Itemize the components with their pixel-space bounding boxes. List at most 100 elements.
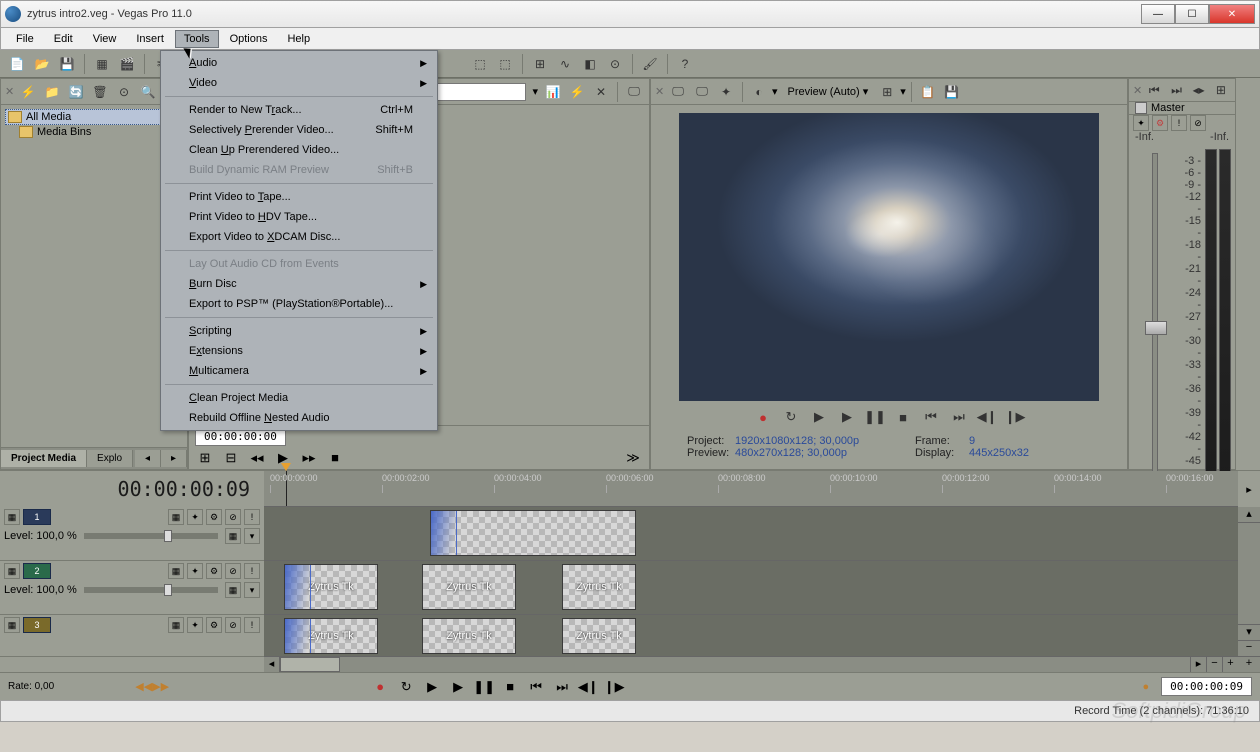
track-automation-icon[interactable]: ⚙ bbox=[206, 617, 222, 633]
menu-insert[interactable]: Insert bbox=[127, 30, 173, 48]
pv-save-icon[interactable]: 💾 bbox=[941, 81, 963, 103]
tl-timecode[interactable]: 00:00:00:09 bbox=[1161, 677, 1252, 696]
master-gear-icon[interactable]: ⚙ bbox=[1152, 115, 1168, 131]
menu-item[interactable]: Print Video to HDV Tape... bbox=[163, 207, 435, 227]
track-header[interactable]: ▦3▦✦⚙⊘! bbox=[0, 615, 264, 657]
properties-icon[interactable]: 🎬 bbox=[116, 53, 138, 75]
menu-item[interactable]: Print Video to Tape... bbox=[163, 187, 435, 207]
tl-play-button[interactable]: ▶ bbox=[448, 677, 468, 697]
trimmer-bolt-icon[interactable]: ⚡ bbox=[566, 81, 588, 103]
menu-item[interactable]: Export Video to XDCAM Disc... bbox=[163, 227, 435, 247]
menu-help[interactable]: Help bbox=[278, 30, 319, 48]
video-clip[interactable] bbox=[430, 510, 636, 556]
trimmer-tool1-icon[interactable]: 📊 bbox=[542, 81, 564, 103]
pv-fx-icon[interactable]: ✦ bbox=[715, 81, 737, 103]
track-mute-icon[interactable]: ⊘ bbox=[225, 563, 241, 579]
hscroll-right[interactable]: ▸ bbox=[1190, 657, 1206, 672]
master-fx-icon[interactable]: ✦ bbox=[1133, 115, 1149, 131]
track-fx-icon[interactable]: ✦ bbox=[187, 563, 203, 579]
track-bypass-icon[interactable]: ▦ bbox=[168, 509, 184, 525]
track-automation-icon[interactable]: ⚙ bbox=[206, 563, 222, 579]
open-icon[interactable]: 📂 bbox=[31, 53, 53, 75]
tl-go-start-button[interactable]: ⏮ bbox=[526, 677, 546, 697]
tl-prev-frame-button[interactable]: ◀❙ bbox=[578, 677, 598, 697]
zoom-in-icon[interactable]: + bbox=[1222, 657, 1238, 672]
video-clip[interactable]: Zytrus Tk bbox=[422, 618, 516, 654]
trimmer-tool-b[interactable]: ⊟ bbox=[221, 448, 241, 468]
trimmer-monitor-icon[interactable]: 🖵 bbox=[623, 81, 645, 103]
menu-item[interactable]: Rebuild Offline Nested Audio bbox=[163, 408, 435, 428]
menu-item[interactable]: Audio▶ bbox=[163, 53, 435, 73]
track-more-icon[interactable]: ▾ bbox=[244, 528, 260, 544]
go-end-button[interactable]: ⏭ bbox=[949, 407, 969, 427]
tool2-icon[interactable]: ⬚ bbox=[494, 53, 516, 75]
track-mute-icon[interactable]: ⊘ bbox=[225, 509, 241, 525]
track-minimize-icon[interactable]: ▦ bbox=[4, 509, 20, 525]
mixer-tool1-icon[interactable]: ⏮ bbox=[1144, 79, 1164, 101]
video-clip[interactable]: Zytrus Tk bbox=[422, 564, 516, 610]
track-solo-icon[interactable]: ! bbox=[244, 617, 260, 633]
pause-button[interactable]: ❚❚ bbox=[865, 407, 885, 427]
tab-explorer[interactable]: Explo bbox=[87, 450, 133, 467]
track-comp-icon[interactable]: ▦ bbox=[225, 528, 241, 544]
track-solo-icon[interactable]: ! bbox=[244, 509, 260, 525]
pm-tool1-icon[interactable]: ⚡ bbox=[17, 81, 39, 103]
trimmer-prev-icon[interactable]: ◂◂ bbox=[247, 448, 267, 468]
menu-item[interactable]: Scripting▶ bbox=[163, 321, 435, 341]
mixer-tool2-icon[interactable]: ⏭ bbox=[1166, 79, 1186, 101]
trimmer-close-icon[interactable]: ✕ bbox=[590, 81, 612, 103]
track-level-slider[interactable] bbox=[84, 533, 218, 539]
menu-item[interactable]: Multicamera▶ bbox=[163, 361, 435, 381]
minimize-button[interactable]: — bbox=[1141, 4, 1175, 24]
track-level-slider[interactable] bbox=[84, 587, 218, 593]
record-button[interactable]: ● bbox=[753, 407, 773, 427]
vscroll-up[interactable]: ▴ bbox=[1238, 507, 1260, 523]
tl-play-start-button[interactable]: ▶ bbox=[422, 677, 442, 697]
master-solo-icon[interactable]: ⊘ bbox=[1190, 115, 1206, 131]
tl-loop-button[interactable]: ↻ bbox=[396, 677, 416, 697]
menu-item[interactable]: Extensions▶ bbox=[163, 341, 435, 361]
mixer-dim-icon[interactable]: ◂▸ bbox=[1189, 79, 1209, 101]
brush-icon[interactable]: 🖌 bbox=[639, 53, 661, 75]
hscroll-left[interactable]: ◂ bbox=[264, 657, 280, 672]
tl-record-button[interactable]: ● bbox=[370, 677, 390, 697]
menu-view[interactable]: View bbox=[84, 30, 126, 48]
pv-ext-monitor-icon[interactable]: 🖵 bbox=[667, 81, 689, 103]
pm-tool4-icon[interactable]: 🗑 bbox=[89, 81, 111, 103]
track-solo-icon[interactable]: ! bbox=[244, 563, 260, 579]
track-header[interactable]: ▦1▦✦⚙⊘!Level: 100,0 %▦▾ bbox=[0, 507, 264, 561]
tab-project-media[interactable]: Project Media bbox=[1, 450, 87, 467]
menu-item[interactable]: Clean Project Media bbox=[163, 388, 435, 408]
tab-scroll-left[interactable]: ◂ bbox=[135, 450, 161, 467]
scrub-control[interactable]: ◀◀▶▶ bbox=[122, 680, 182, 693]
track-bypass-icon[interactable]: ▦ bbox=[168, 563, 184, 579]
trimmer-stop-icon[interactable]: ■ bbox=[325, 448, 345, 468]
pm-tool3-icon[interactable]: 🔄 bbox=[65, 81, 87, 103]
track-fx-icon[interactable]: ✦ bbox=[187, 509, 203, 525]
track-fx-icon[interactable]: ✦ bbox=[187, 617, 203, 633]
menu-item[interactable]: Selectively Prerender Video...Shift+M bbox=[163, 120, 435, 140]
tree-media-bins[interactable]: Media Bins bbox=[5, 125, 183, 139]
trimmer-tool-a[interactable]: ⊞ bbox=[195, 448, 215, 468]
menu-item[interactable]: Video▶ bbox=[163, 73, 435, 93]
tool3-icon[interactable]: ◧ bbox=[579, 53, 601, 75]
pv-copy-icon[interactable]: 📋 bbox=[917, 81, 939, 103]
play-button[interactable]: ▶ bbox=[837, 407, 857, 427]
menu-item[interactable]: Burn Disc▶ bbox=[163, 274, 435, 294]
close-button[interactable]: ✕ bbox=[1209, 4, 1255, 24]
maximize-button[interactable]: ☐ bbox=[1175, 4, 1209, 24]
video-clip[interactable]: Zytrus Tk bbox=[562, 618, 636, 654]
menu-item[interactable]: Clean Up Prerendered Video... bbox=[163, 140, 435, 160]
master-fader[interactable] bbox=[1152, 153, 1158, 518]
timeline-position[interactable]: 00:00:00:09 bbox=[0, 477, 264, 501]
menu-options[interactable]: Options bbox=[221, 30, 277, 48]
new-project-icon[interactable]: 📄 bbox=[6, 53, 28, 75]
trimmer-next-icon[interactable]: ▸▸ bbox=[299, 448, 319, 468]
menu-item[interactable]: Export to PSP™ (PlayStation®Portable)... bbox=[163, 294, 435, 314]
tree-all-media[interactable]: All Media bbox=[5, 109, 183, 125]
envelope-tool-icon[interactable]: ∿ bbox=[554, 53, 576, 75]
vscroll-down[interactable]: ▾ bbox=[1238, 624, 1260, 640]
video-clip[interactable]: Zytrus Tk bbox=[284, 618, 378, 654]
go-start-button[interactable]: ⏮ bbox=[921, 407, 941, 427]
track-mute-icon[interactable]: ⊘ bbox=[225, 617, 241, 633]
